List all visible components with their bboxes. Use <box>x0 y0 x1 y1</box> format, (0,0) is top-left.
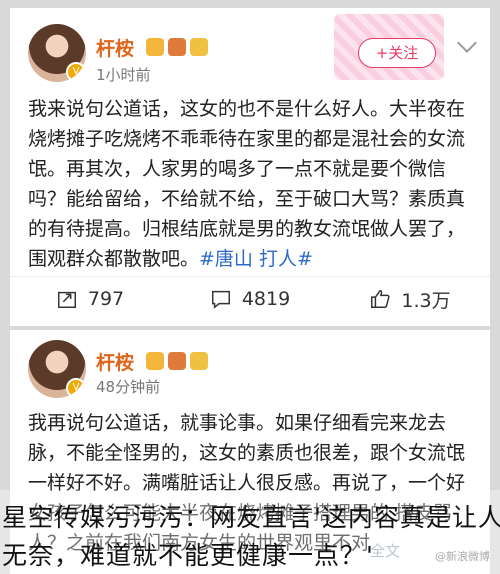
smile-badge-icon <box>190 352 208 370</box>
post-text: 我来说句公道话，这女的也不是什么好人。大半夜在烧烤摊子吃烧烤不乖乖待在家里的都是… <box>28 98 466 270</box>
action-bar: 797 4819 1.3万 <box>10 276 490 321</box>
watermark: @新浪微博 <box>435 550 490 563</box>
repost-count: 797 <box>87 288 125 310</box>
user-badges <box>146 38 208 56</box>
weibo-post-1: V 杆桉 1小时前 +关注 我来说句公道话，这女的也不是什么好人。大半夜在烧烤摊… <box>10 8 490 326</box>
username[interactable]: 杆桉 <box>96 34 134 61</box>
smile-badge-icon <box>190 38 208 56</box>
comment-count: 4819 <box>241 288 291 310</box>
caption-line-1: 星空传媒污污污：网友直言'这内容真是让人 <box>2 503 500 532</box>
like-count: 1.3万 <box>401 289 451 312</box>
verified-badge-icon: V <box>66 378 86 398</box>
repost-icon <box>57 291 76 308</box>
chevron-down-icon[interactable] <box>457 33 477 53</box>
level-badge-icon <box>168 352 186 370</box>
avatar[interactable]: V <box>28 24 86 82</box>
crown-badge-icon <box>146 38 164 56</box>
post-body: 我来说句公道话，这女的也不是什么好人。大半夜在烧烤摊子吃烧烤不乖乖待在家里的都是… <box>28 94 476 274</box>
repost-button[interactable]: 797 <box>10 277 170 321</box>
like-icon <box>371 290 390 308</box>
like-button[interactable]: 1.3万 <box>330 277 490 321</box>
comment-button[interactable]: 4819 <box>170 277 330 321</box>
user-badges <box>146 352 208 370</box>
caption-line-2: 无奈，难道就不能更健康一点？' <box>2 541 374 570</box>
username[interactable]: 杆桉 <box>96 348 134 375</box>
caption-overlay: 星空传媒污污污：网友直言'这内容真是让人 无奈，难道就不能更健康一点？' @新浪… <box>0 490 500 574</box>
post-time: 48分钟前 <box>96 378 161 396</box>
level-badge-icon <box>168 38 186 56</box>
hashtag-link[interactable]: #唐山 打人# <box>199 248 313 270</box>
verified-badge-icon: V <box>66 62 86 82</box>
avatar[interactable]: V <box>28 340 86 398</box>
follow-button[interactable]: +关注 <box>358 38 436 68</box>
crown-badge-icon <box>146 352 164 370</box>
post-time: 1小时前 <box>96 66 151 84</box>
comment-icon <box>211 290 230 309</box>
